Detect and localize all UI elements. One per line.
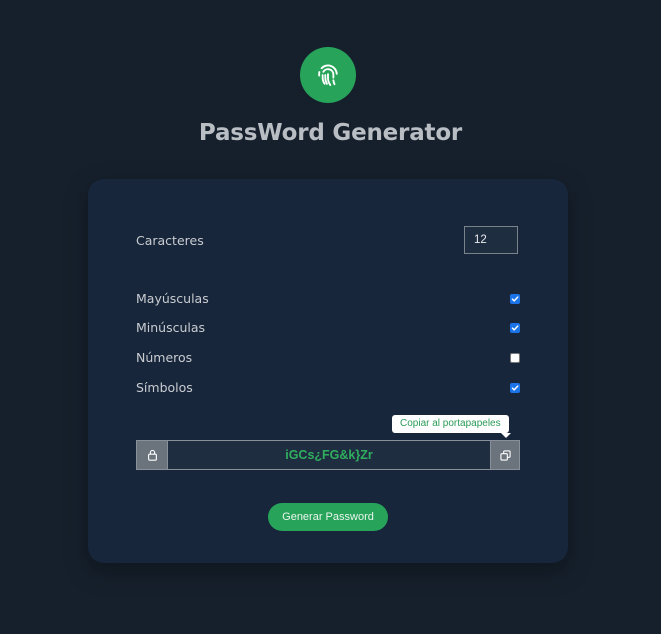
copy-tooltip-arrow bbox=[501, 433, 511, 438]
page-title: PassWord Generator bbox=[198, 120, 463, 146]
password-output[interactable]: iGCs¿FG&k}Zr bbox=[167, 441, 491, 469]
copy-tooltip: Copiar al portapapeles bbox=[392, 415, 509, 433]
length-label: Caracteres bbox=[136, 233, 204, 248]
generate-password-button[interactable]: Generar Password bbox=[268, 503, 388, 531]
generator-card: Caracteres Mayúsculas Minúsculas Números… bbox=[88, 179, 568, 563]
uppercase-checkbox[interactable] bbox=[510, 294, 520, 304]
lowercase-label: Minúsculas bbox=[136, 320, 206, 335]
uppercase-label: Mayúsculas bbox=[136, 291, 209, 306]
numbers-checkbox[interactable] bbox=[510, 353, 520, 363]
symbols-checkbox[interactable] bbox=[510, 383, 520, 393]
numbers-label: Números bbox=[136, 350, 193, 365]
copy-button[interactable] bbox=[491, 441, 519, 469]
length-input[interactable] bbox=[464, 226, 518, 254]
app-logo bbox=[300, 47, 356, 103]
lock-addon bbox=[137, 441, 167, 469]
check-icon bbox=[511, 296, 519, 302]
check-icon bbox=[511, 325, 519, 331]
fingerprint-icon bbox=[318, 64, 338, 86]
lock-icon bbox=[147, 449, 157, 461]
symbols-label: Símbolos bbox=[136, 380, 193, 395]
password-output-group: iGCs¿FG&k}Zr bbox=[136, 440, 520, 470]
copy-icon bbox=[499, 449, 511, 461]
lowercase-checkbox[interactable] bbox=[510, 323, 520, 333]
check-icon bbox=[511, 385, 519, 391]
